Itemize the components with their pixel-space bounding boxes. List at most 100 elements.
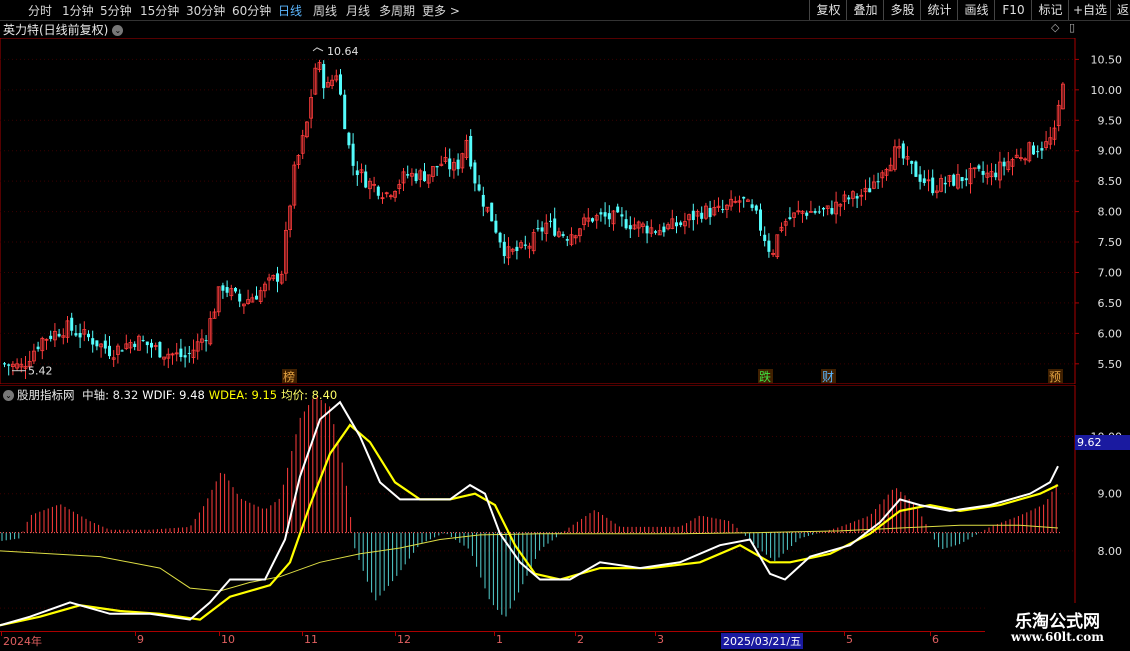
candle-body [767,240,771,252]
period-tab-9[interactable]: 多周期 [379,2,415,19]
candle-body [1036,151,1040,153]
period-tab-8[interactable]: 月线 [346,2,370,19]
candle-body [204,340,208,342]
time-tick-4 [395,632,396,636]
period-tab-7[interactable]: 周线 [313,2,337,19]
low-price-label: 5.42 [28,365,53,378]
time-label-7: 3 [657,633,664,646]
toolbar-button-0[interactable]: 复权 [809,0,847,20]
candle-body [183,355,187,358]
candle-body [788,217,792,220]
candlestick-chart[interactable]: 10.50 10.00 9.50 9.00 8.50 8.00 7.50 7.00 6.50 6.… [0,38,1130,384]
candle-body [1002,161,1006,167]
candle-body [103,340,107,349]
candle-body [599,212,603,215]
candle-body [502,241,506,257]
indicator-tick-1: 9.00 [1098,488,1123,501]
price-tick-6: 7.50 [1098,236,1123,249]
candle-body [628,225,632,230]
candle-body [805,212,809,216]
period-tab-3[interactable]: 15分钟 [140,2,179,19]
candle-body [964,178,968,181]
period-tab-2[interactable]: 5分钟 [100,2,132,19]
candle-body [469,136,473,167]
avg-price-line [0,524,1059,592]
time-label-3: 11 [304,633,318,646]
toolbar-button-4[interactable]: 画线 [957,0,995,20]
candle-body [742,196,746,199]
candle-body [553,218,557,236]
candle-body [763,234,767,242]
watermark-url: www.60lt.com [1011,630,1104,644]
stock-title-text: 英力特(日线前复权) [3,23,109,37]
candle-body [276,273,279,282]
candle-body [7,364,11,366]
candle-body [708,207,712,218]
candle-body [406,174,410,176]
period-tab-10[interactable]: 更多 > [422,2,460,19]
event-marker-3[interactable]: 预 [1049,370,1061,384]
toolbar-button-7[interactable]: +自选 [1068,0,1111,20]
period-tab-6[interactable]: 日线 [278,2,302,19]
wdif-line [0,400,1059,627]
candle-body [490,202,494,222]
price-tick-7: 7.00 [1098,266,1123,279]
toolbar-button-1[interactable]: 叠加 [846,0,884,20]
candle-body [36,346,40,350]
candle-body [616,206,620,213]
candle-body [448,158,452,170]
time-label-2: 10 [221,633,235,646]
candle-body [376,186,380,196]
candle-body [700,212,704,219]
candle-body [645,225,649,234]
candle-body [830,208,834,214]
window-toggle-icon[interactable]: ▯ [1069,21,1075,34]
candle-body [591,218,594,222]
candle-body [822,207,825,210]
toolbar-button-6[interactable]: 标记 [1031,0,1069,20]
candle-body [981,171,985,175]
candle-body [481,194,485,207]
candle-body [364,171,368,188]
toolbar-button-5[interactable]: F10 [994,0,1032,20]
time-label-6: 2 [577,633,584,646]
period-tab-1[interactable]: 1分钟 [62,2,94,19]
period-tab-5[interactable]: 60分钟 [232,2,271,19]
watermark-title: 乐淘公式网 [1015,612,1100,632]
candle-body [477,184,481,191]
chevron-down-icon[interactable]: ⌄ [112,25,124,36]
period-tab-4[interactable]: 30分钟 [186,2,225,19]
candle-body [540,227,544,232]
toolbar-button-2[interactable]: 多股 [883,0,921,20]
diamond-icon[interactable]: ◇ [1051,21,1059,34]
event-marker-0[interactable]: 榜 [283,369,295,384]
time-tick-9 [930,632,931,636]
candle-body [234,287,237,292]
candle-body [347,132,351,146]
price-tick-3: 9.00 [1098,145,1123,158]
indicator-chart[interactable]: 10.009.008.007.00 [0,385,1130,631]
candle-body [754,205,758,211]
toolbar-button-3[interactable]: 统计 [920,0,958,20]
candle-body [355,170,359,176]
candle-body [931,177,935,194]
time-label-0: 2024年 [3,635,42,648]
indicator-current-value: 9.62 [1075,435,1130,450]
time-tick-6 [575,632,576,636]
period-tab-0[interactable]: 分时 [28,2,52,19]
price-tick-0: 10.50 [1091,53,1123,66]
candle-body [561,234,565,237]
event-marker-1[interactable]: 跌 [759,369,771,384]
candle-body [78,333,82,338]
toolbar-button-8[interactable]: 返回 [1110,0,1130,20]
candle-body [1040,148,1044,151]
candle-body [423,171,426,182]
time-label-5: 1 [496,633,503,646]
histogram-bars [1,396,1057,617]
event-marker-2[interactable]: 财 [822,370,834,384]
candles [3,59,1065,379]
candle-body [435,166,439,168]
panel-controls: ◇ ▯ [1051,21,1075,34]
time-tick-2 [219,632,220,636]
candle-body [662,226,666,233]
